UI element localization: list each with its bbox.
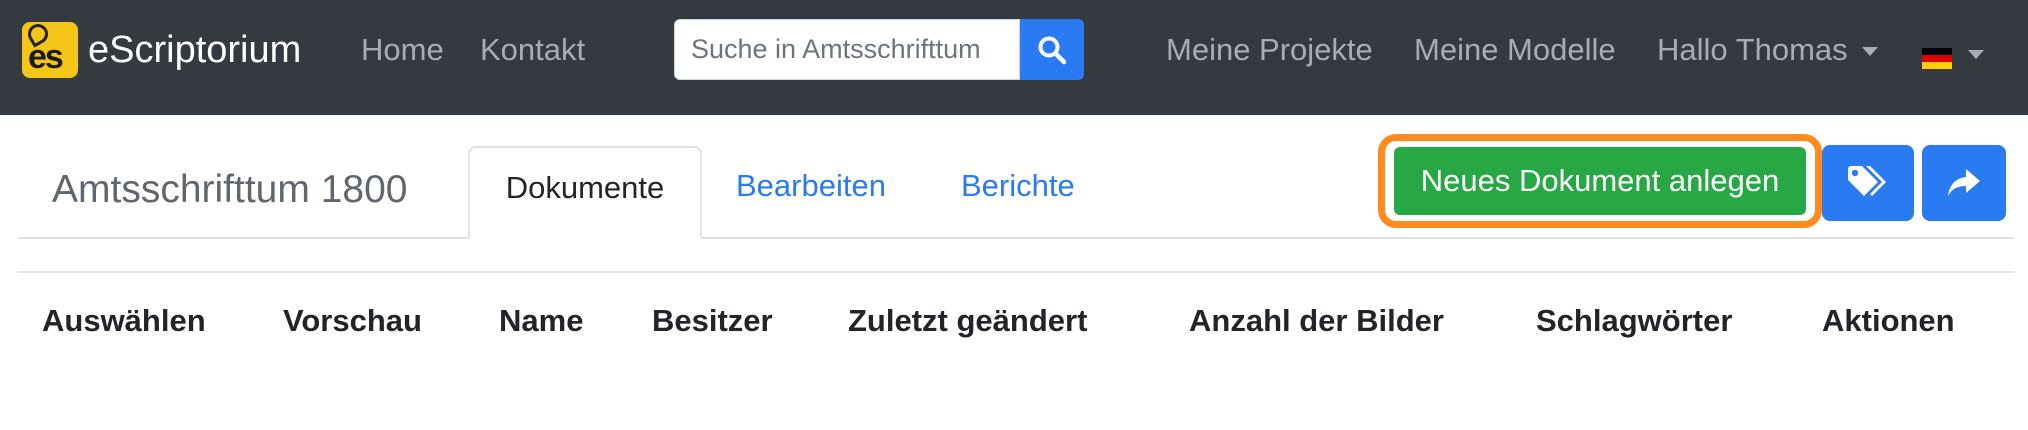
nav-my-models-link[interactable]: Meine Modelle [1414,32,1616,68]
section-divider [18,271,2014,273]
search-icon [1038,36,1067,64]
german-flag-icon[interactable] [1922,48,1952,69]
tags-button[interactable] [1822,145,1914,221]
chevron-down-icon [1861,47,1878,57]
share-button[interactable] [1922,145,2006,221]
tabs-border [18,237,2014,239]
user-menu-dropdown[interactable]: Hallo Thomas [1657,32,1878,68]
tab-edit[interactable]: Bearbeiten [736,168,886,204]
column-header-last-modified[interactable]: Zuletzt geändert [848,303,1087,339]
column-header-tags[interactable]: Schlagwörter [1536,303,1732,339]
tab-reports[interactable]: Berichte [961,168,1075,204]
brand-name: eScriptorium [88,28,302,71]
user-greeting: Hallo Thomas [1657,32,1848,67]
tab-documents[interactable]: Dokumente [468,146,702,239]
column-header-name[interactable]: Name [499,303,583,339]
nav-home-link[interactable]: Home [361,32,444,68]
project-title: Amtsschrifttum 1800 [52,168,408,211]
search-input[interactable] [674,19,1020,80]
search-button[interactable] [1020,19,1084,80]
column-header-preview[interactable]: Vorschau [283,303,422,339]
escriptorium-logo: es [22,22,78,78]
tags-icon [1848,166,1886,196]
nav-my-projects-link[interactable]: Meine Projekte [1166,32,1373,68]
column-header-image-count[interactable]: Anzahl der Bilder [1189,303,1444,339]
new-document-button[interactable]: Neues Dokument anlegen [1394,147,1806,215]
nav-contact-link[interactable]: Kontakt [480,32,585,68]
language-chevron-down-icon[interactable] [1968,50,1984,59]
top-navbar: es eScriptorium Home Kontakt Meine Proje… [0,0,2028,115]
column-header-actions: Aktionen [1822,303,1955,338]
share-icon [1948,169,1980,196]
tab-documents-label: Dokumente [505,170,665,205]
brand-link[interactable]: es eScriptorium [22,22,301,78]
logo-es-mark: es [28,38,64,76]
column-header-owner[interactable]: Besitzer [652,303,773,339]
column-header-select[interactable]: Auswählen [42,303,206,339]
